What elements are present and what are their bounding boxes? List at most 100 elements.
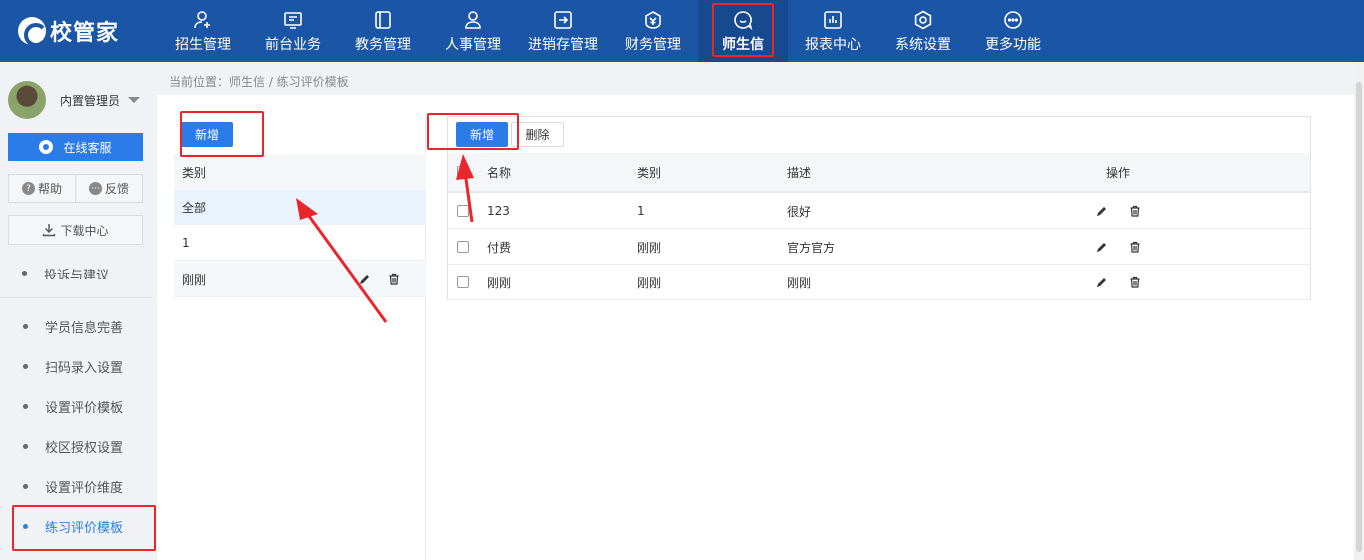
sidebar-item-campus-auth[interactable]: 校区授权设置 <box>0 426 153 466</box>
table-row[interactable]: 付费 刚刚 官方官方 <box>448 230 1310 265</box>
nav-item-hr[interactable]: 人事管理 <box>428 0 518 62</box>
finance-icon <box>642 9 664 31</box>
help-label: 帮助 <box>37 182 62 196</box>
nav-item-front-desk[interactable]: 前台业务 <box>248 0 338 62</box>
column-category: 类别 <box>637 165 662 180</box>
more-icon <box>1002 9 1024 31</box>
app-logo[interactable]: 校管家 <box>18 16 120 47</box>
sidebar-item-student-info[interactable]: 学员信息完善 <box>0 306 153 346</box>
cell-description: 很好 <box>787 204 812 219</box>
person-add-icon <box>192 9 214 31</box>
edit-icon[interactable] <box>358 272 372 286</box>
cell-name: 刚刚 <box>487 275 512 290</box>
nav-label: 教务管理 <box>355 36 411 53</box>
nav-label: 前台业务 <box>265 36 321 53</box>
logo-text: 校管家 <box>50 21 120 46</box>
nav-label: 进销存管理 <box>528 36 598 53</box>
top-navigation-bar: 校管家 招生管理 前台业务 教务管理 人事管理 进销存管理 财务管理 师生信 报… <box>0 0 1364 62</box>
divider <box>0 297 153 298</box>
nav-item-inventory[interactable]: 进销存管理 <box>518 0 608 62</box>
logo-icon <box>18 17 48 47</box>
row-checkbox[interactable] <box>457 230 469 264</box>
category-label: 1 <box>182 236 190 250</box>
column-actions: 操作 <box>1106 165 1131 180</box>
category-label: 全部 <box>182 200 207 215</box>
breadcrumb: 当前位置：师生信 / 练习评价模板 <box>169 75 349 89</box>
nav-item-reports[interactable]: 报表中心 <box>788 0 878 62</box>
sidebar-item-eval-template[interactable]: 设置评价模板 <box>0 386 153 426</box>
menu-item-label: 学员信息完善 <box>45 320 124 336</box>
person-icon <box>462 9 484 31</box>
row-checkbox[interactable] <box>457 265 469 299</box>
bullet-icon <box>23 403 28 409</box>
nav-label: 系统设置 <box>895 36 951 53</box>
cell-category: 刚刚 <box>637 240 662 255</box>
main-nav: 招生管理 前台业务 教务管理 人事管理 进销存管理 财务管理 师生信 报表中心 … <box>158 0 1058 62</box>
nav-label: 更多功能 <box>985 36 1041 53</box>
table-header: 名称 类别 描述 操作 <box>448 153 1310 193</box>
trash-icon[interactable] <box>387 272 401 286</box>
scrollbar-thumb[interactable] <box>1356 82 1362 552</box>
table-row[interactable]: 刚刚 刚刚 刚刚 <box>448 265 1310 300</box>
cell-name: 付费 <box>487 240 512 255</box>
feedback-label: 反馈 <box>104 182 129 196</box>
ellipsis-icon: ··· <box>88 182 102 195</box>
sidebar-item-scan-entry[interactable]: 扫码录入设置 <box>0 346 153 386</box>
nav-item-academic[interactable]: 教务管理 <box>338 0 428 62</box>
menu-item-label: 设置评价模板 <box>45 400 124 416</box>
sidebar: 内置管理员 在线客服 ? 帮助 ··· 反馈 下载中心 投诉与建议 学员信息完善… <box>0 62 153 560</box>
avatar <box>8 81 46 119</box>
nav-label: 财务管理 <box>625 36 681 53</box>
nav-item-more[interactable]: 更多功能 <box>968 0 1058 62</box>
user-name: 内置管理员 <box>60 93 121 108</box>
report-icon <box>822 9 844 31</box>
trash-icon[interactable] <box>1128 204 1142 218</box>
menu-item-partial[interactable]: 投诉与建议 <box>22 261 152 279</box>
highlight-box-category-add <box>180 111 264 157</box>
row-checkbox[interactable] <box>457 194 469 228</box>
download-icon <box>43 224 56 237</box>
bullet-icon <box>23 323 28 329</box>
column-name: 名称 <box>487 165 512 180</box>
category-label: 刚刚 <box>182 272 207 287</box>
nav-label: 报表中心 <box>805 36 861 53</box>
trash-icon[interactable] <box>1128 240 1142 254</box>
highlight-box-template-add <box>427 113 519 150</box>
settings-icon <box>912 9 934 31</box>
feedback-button[interactable]: ··· 反馈 <box>75 175 142 202</box>
online-service-label: 在线客服 <box>63 140 112 155</box>
category-header: 类别 <box>174 154 426 190</box>
page-scrollbar[interactable] <box>1354 62 1364 560</box>
trash-icon[interactable] <box>1128 275 1142 289</box>
cell-category: 1 <box>637 204 645 218</box>
online-service-button[interactable]: 在线客服 <box>8 133 143 161</box>
nav-item-enrollment[interactable]: 招生管理 <box>158 0 248 62</box>
edit-icon[interactable] <box>1095 240 1109 254</box>
user-profile[interactable]: 内置管理员 <box>8 80 148 120</box>
sidebar-item-eval-dimension[interactable]: 设置评价维度 <box>0 466 153 506</box>
download-center-button[interactable]: 下载中心 <box>8 215 143 245</box>
help-button[interactable]: ? 帮助 <box>9 175 75 202</box>
nav-item-finance[interactable]: 财务管理 <box>608 0 698 62</box>
category-row[interactable]: 刚刚 <box>174 262 426 297</box>
menu-item-label: 校区授权设置 <box>45 440 124 456</box>
category-row-all[interactable]: 全部 <box>174 190 426 225</box>
column-description: 描述 <box>787 165 812 180</box>
category-row[interactable]: 1 <box>174 226 426 261</box>
bullet-icon <box>22 271 27 276</box>
chat-bubble-icon <box>39 140 54 154</box>
cell-actions <box>1095 194 1142 228</box>
cell-description: 官方官方 <box>787 240 836 255</box>
menu-item-label: 设置评价维度 <box>45 480 124 496</box>
category-panel: 新增 类别 全部 1 刚刚 <box>174 116 426 560</box>
download-label: 下载中心 <box>60 223 109 238</box>
select-all-checkbox[interactable] <box>457 153 469 191</box>
table-row[interactable]: 123 1 很好 <box>448 194 1310 229</box>
edit-icon[interactable] <box>1095 204 1109 218</box>
menu-item-label: 扫码录入设置 <box>45 360 124 376</box>
bullet-icon <box>23 363 28 369</box>
book-icon <box>372 9 394 31</box>
edit-icon[interactable] <box>1095 275 1109 289</box>
nav-item-settings[interactable]: 系统设置 <box>878 0 968 62</box>
highlight-box-nav <box>712 3 774 57</box>
